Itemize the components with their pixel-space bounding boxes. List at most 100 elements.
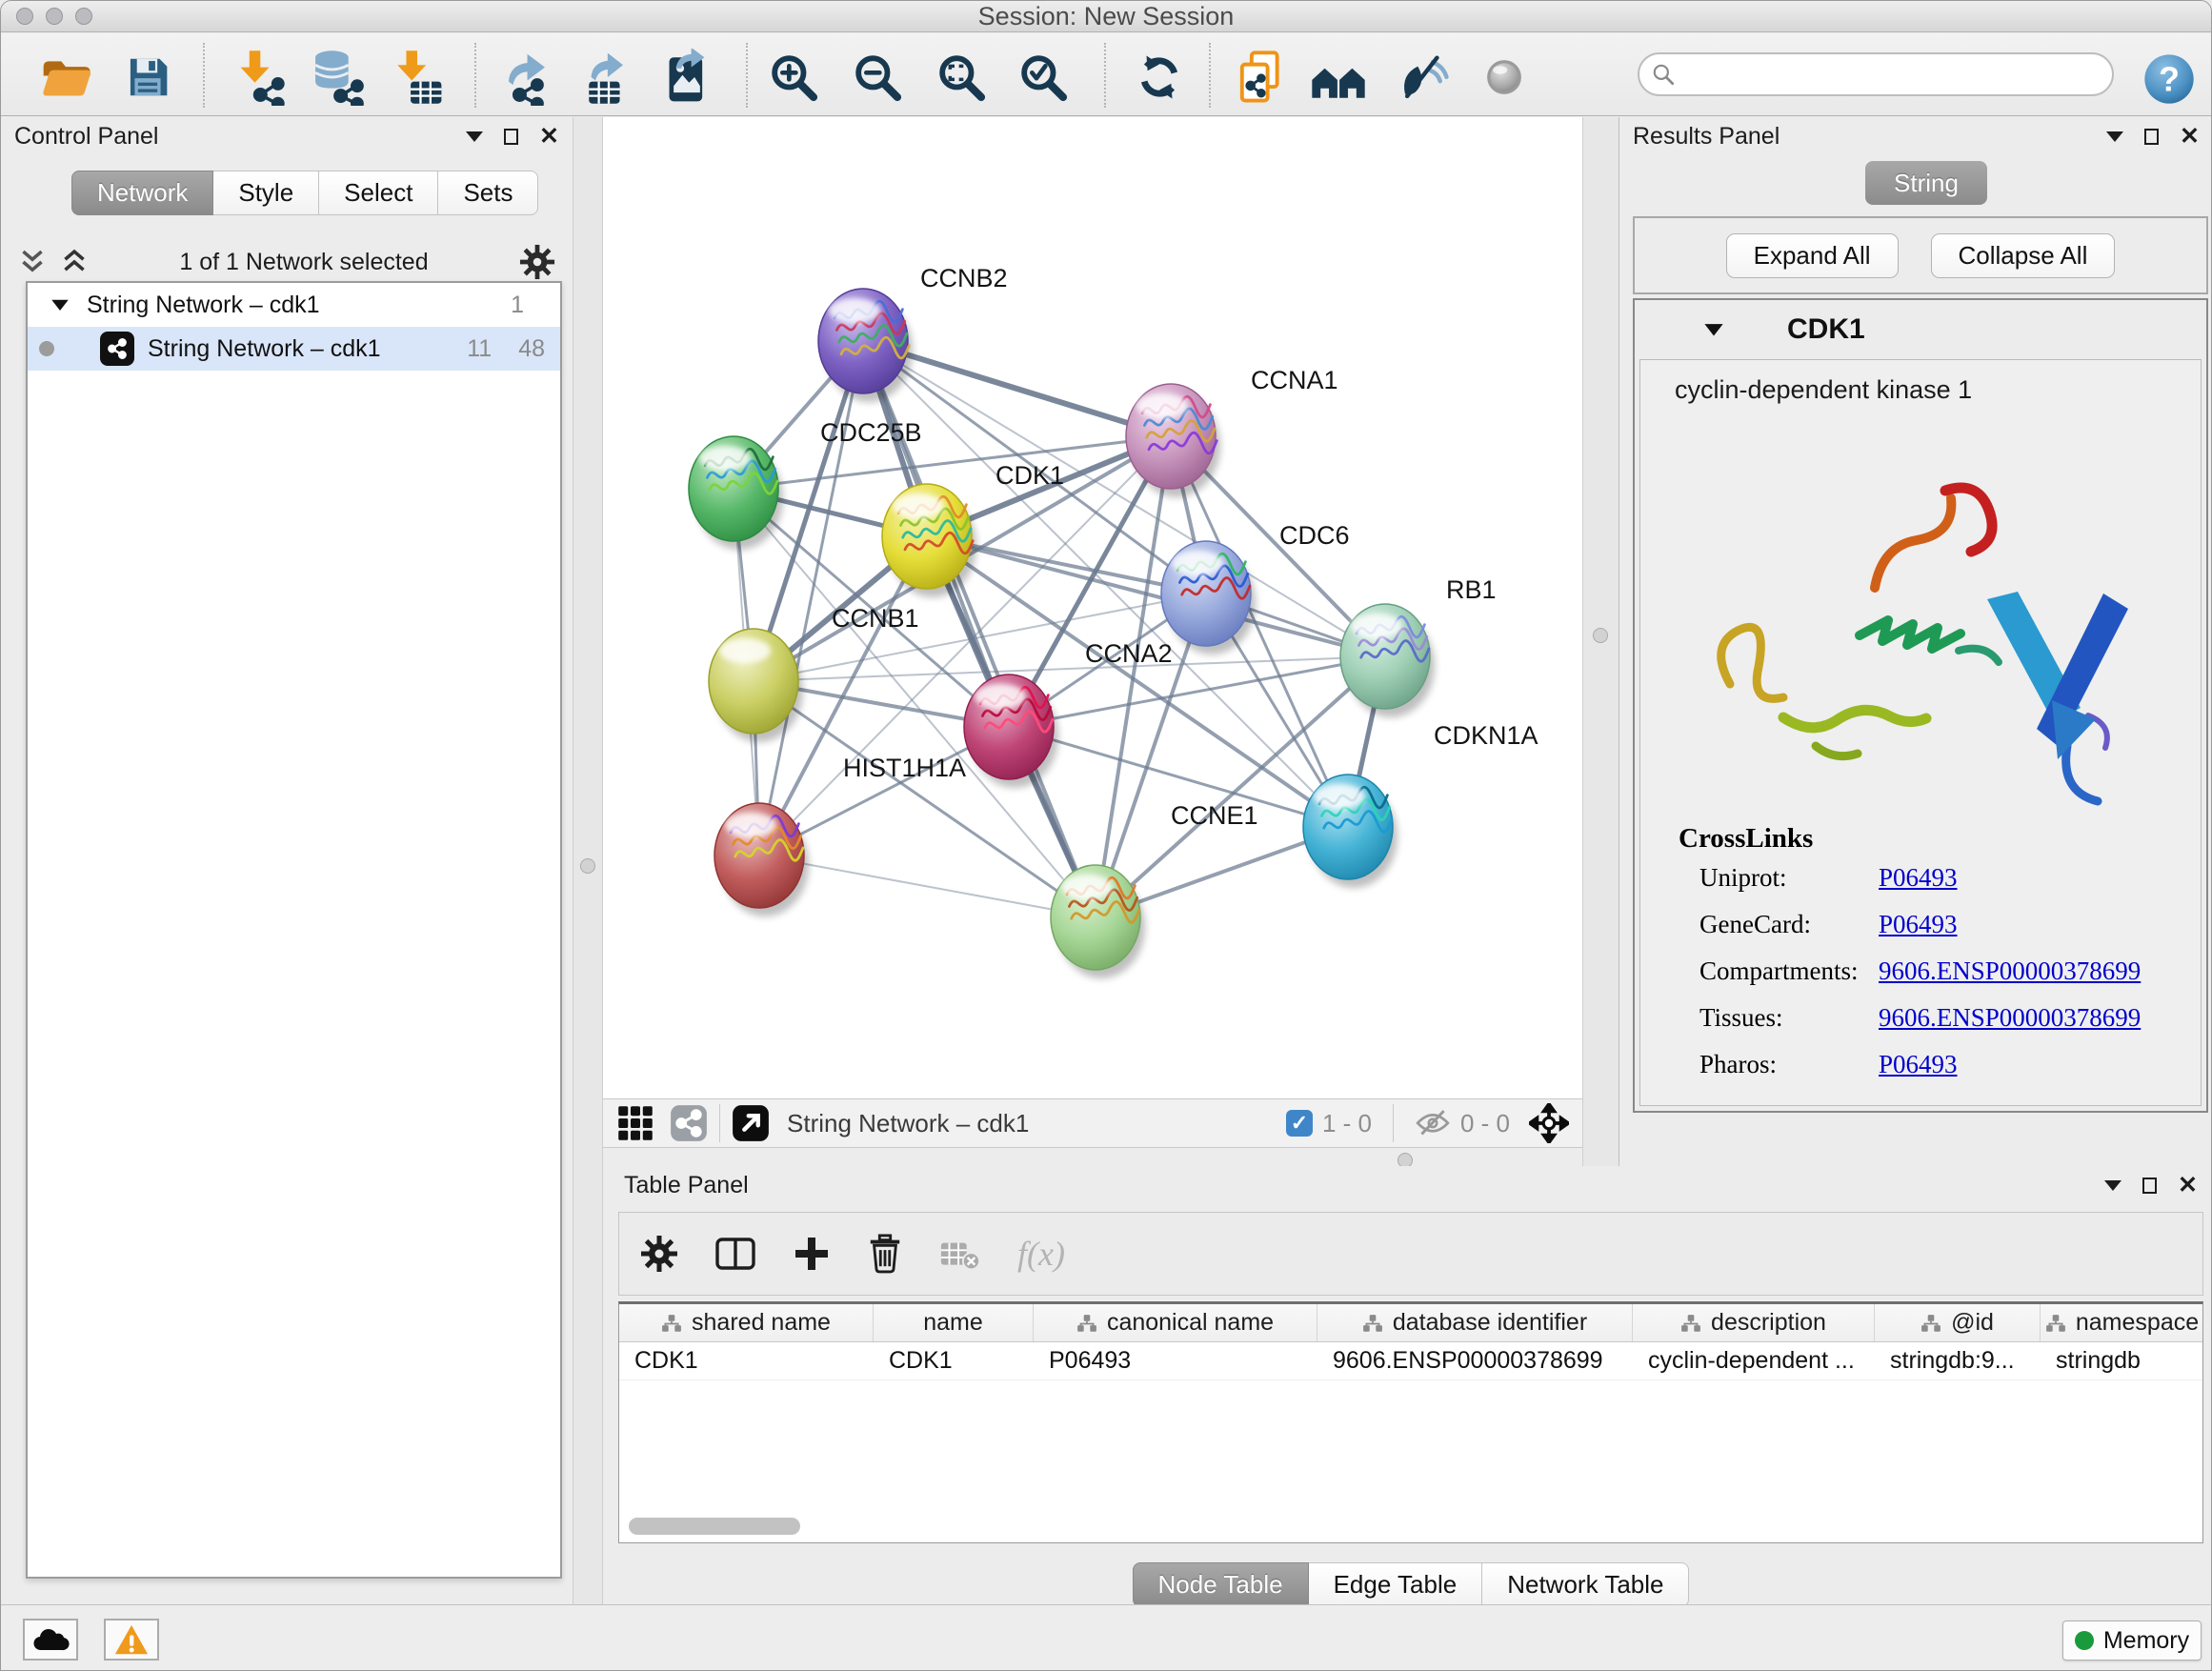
zoom-in-icon[interactable] — [763, 47, 824, 108]
maximize-window-icon[interactable] — [75, 8, 92, 25]
node-details-header[interactable]: CDK1 — [1635, 300, 2206, 359]
add-column-icon[interactable] — [793, 1235, 831, 1273]
left-splitter[interactable] — [573, 117, 603, 1604]
column-header-shared-name[interactable]: shared name — [619, 1304, 874, 1341]
crosslink-link[interactable]: P06493 — [1879, 910, 1958, 939]
tab-style[interactable]: Style — [213, 171, 319, 215]
memory-button[interactable]: Memory — [2062, 1621, 2202, 1661]
network-edge[interactable] — [754, 656, 1385, 681]
footer-separator — [719, 1104, 720, 1142]
show-columns-icon[interactable] — [714, 1235, 756, 1273]
right-splitter[interactable] — [1582, 117, 1619, 1166]
network-tree: String Network – cdk1 1 String Network –… — [26, 281, 562, 1579]
network-node[interactable]: CCNE1 — [1051, 801, 1258, 978]
close-panel-icon[interactable]: ✕ — [2180, 125, 2200, 149]
network-canvas[interactable]: CCNB2CCNA1CDC25BCDK1CDC6RB1CCNB1CCNA2CDK… — [603, 117, 1582, 1098]
column-header-database-identifier[interactable]: database identifier — [1317, 1304, 1633, 1341]
panel-menu-icon[interactable] — [466, 131, 483, 142]
gear-icon[interactable] — [519, 244, 555, 280]
tree-expand-icon[interactable] — [50, 296, 70, 313]
birdseye-view-icon[interactable] — [732, 1104, 770, 1142]
window-controls[interactable] — [16, 8, 92, 25]
crosslink-link[interactable]: P06493 — [1879, 1050, 1958, 1079]
zoom-fit-icon[interactable] — [931, 47, 992, 108]
tab-node-table[interactable]: Node Table — [1133, 1562, 1309, 1607]
network-node[interactable]: RB1 — [1340, 575, 1497, 717]
network-edge[interactable] — [1009, 656, 1385, 727]
crosslink-row: Pharos:P06493 — [1640, 1041, 2201, 1088]
panel-menu-icon[interactable] — [2106, 131, 2123, 142]
minimize-window-icon[interactable] — [46, 8, 63, 25]
zoom-selected-icon[interactable] — [1013, 47, 1074, 108]
export-table-icon[interactable] — [578, 47, 639, 108]
network-collection-row[interactable]: String Network – cdk1 1 — [28, 283, 560, 327]
node-label: RB1 — [1446, 575, 1497, 604]
import-table-icon[interactable] — [387, 47, 448, 108]
close-panel-icon[interactable]: ✕ — [539, 125, 559, 149]
float-panel-icon[interactable] — [504, 129, 518, 145]
show-all-icon[interactable] — [1474, 47, 1535, 108]
delete-column-icon[interactable] — [867, 1234, 903, 1274]
string-view-icon[interactable] — [670, 1104, 708, 1142]
save-session-icon[interactable] — [117, 47, 178, 108]
search-field[interactable] — [1638, 52, 2114, 96]
table-row[interactable]: CDK1CDK1P064939606.ENSP00000378699cyclin… — [619, 1342, 2202, 1380]
search-input[interactable] — [1676, 61, 2085, 88]
float-panel-icon[interactable] — [2144, 129, 2159, 145]
expand-all-icon[interactable] — [60, 248, 89, 276]
crosslink-row: Uniprot:P06493 — [1640, 855, 2201, 901]
tab-network-table[interactable]: Network Table — [1482, 1562, 1689, 1607]
collapse-entry-icon[interactable] — [1703, 320, 1724, 338]
open-session-icon[interactable] — [35, 47, 96, 108]
close-panel-icon[interactable]: ✕ — [2178, 1174, 2198, 1198]
tab-network[interactable]: Network — [71, 171, 213, 215]
first-neighbors-icon[interactable] — [1308, 47, 1369, 108]
hide-selected-icon[interactable] — [1394, 47, 1455, 108]
crosslink-link[interactable]: 9606.ENSP00000378699 — [1879, 956, 2141, 986]
fit-content-icon[interactable] — [1529, 1103, 1569, 1143]
tab-select[interactable]: Select — [319, 171, 438, 215]
clone-network-icon[interactable] — [1232, 47, 1293, 108]
export-image-icon[interactable] — [656, 47, 717, 108]
network-node[interactable]: CCNB2 — [818, 264, 1008, 402]
left-splitter-handle[interactable] — [580, 858, 595, 874]
column-header-@id[interactable]: @id — [1875, 1304, 2041, 1341]
gear-icon[interactable] — [640, 1235, 678, 1273]
collapse-all-button[interactable]: Collapse All — [1931, 233, 2116, 278]
network-node[interactable]: HIST1H1A — [714, 754, 966, 916]
results-panel-header: Results Panel ✕ — [1619, 117, 2212, 155]
column-header-name[interactable]: name — [874, 1304, 1034, 1341]
import-network-icon[interactable] — [228, 47, 289, 108]
column-header-canonical-name[interactable]: canonical name — [1034, 1304, 1317, 1341]
collapse-all-icon[interactable] — [18, 248, 47, 276]
warnings-button[interactable] — [104, 1619, 159, 1661]
float-panel-icon[interactable] — [2142, 1178, 2157, 1194]
help-icon[interactable]: ? — [2139, 49, 2200, 110]
column-header-namespace[interactable]: namespace — [2041, 1304, 2203, 1341]
network-status-dot — [39, 341, 54, 356]
table-cell: cyclin-dependent ... — [1633, 1342, 1875, 1379]
network-node[interactable]: CDKN1A — [1303, 721, 1538, 888]
right-splitter-handle[interactable] — [1593, 628, 1608, 643]
zoom-out-icon[interactable] — [847, 47, 908, 108]
refresh-icon[interactable] — [1129, 47, 1190, 108]
table-hscrollbar[interactable] — [623, 1518, 2195, 1537]
selected-nodes-checkbox[interactable]: ✓ — [1286, 1110, 1313, 1137]
hscrollbar-thumb[interactable] — [629, 1518, 800, 1535]
network-row-selected[interactable]: String Network – cdk1 11 48 — [28, 327, 560, 371]
crosslink-link[interactable]: 9606.ENSP00000378699 — [1879, 1003, 2141, 1033]
expand-all-button[interactable]: Expand All — [1726, 233, 1899, 278]
network-edge[interactable] — [759, 856, 1096, 917]
crosslink-link[interactable]: P06493 — [1879, 863, 1958, 893]
panel-menu-icon[interactable] — [2104, 1180, 2122, 1191]
network-node[interactable]: CCNA1 — [1126, 366, 1338, 497]
import-database-icon[interactable] — [306, 47, 367, 108]
close-window-icon[interactable] — [16, 8, 33, 25]
tab-sets[interactable]: Sets — [438, 171, 538, 215]
export-network-icon[interactable] — [500, 47, 561, 108]
column-header-description[interactable]: description — [1633, 1304, 1875, 1341]
tab-string[interactable]: String — [1865, 161, 1987, 205]
grid-view-icon[interactable] — [616, 1104, 654, 1142]
cloud-button[interactable] — [23, 1619, 78, 1661]
tab-edge-table[interactable]: Edge Table — [1309, 1562, 1483, 1607]
